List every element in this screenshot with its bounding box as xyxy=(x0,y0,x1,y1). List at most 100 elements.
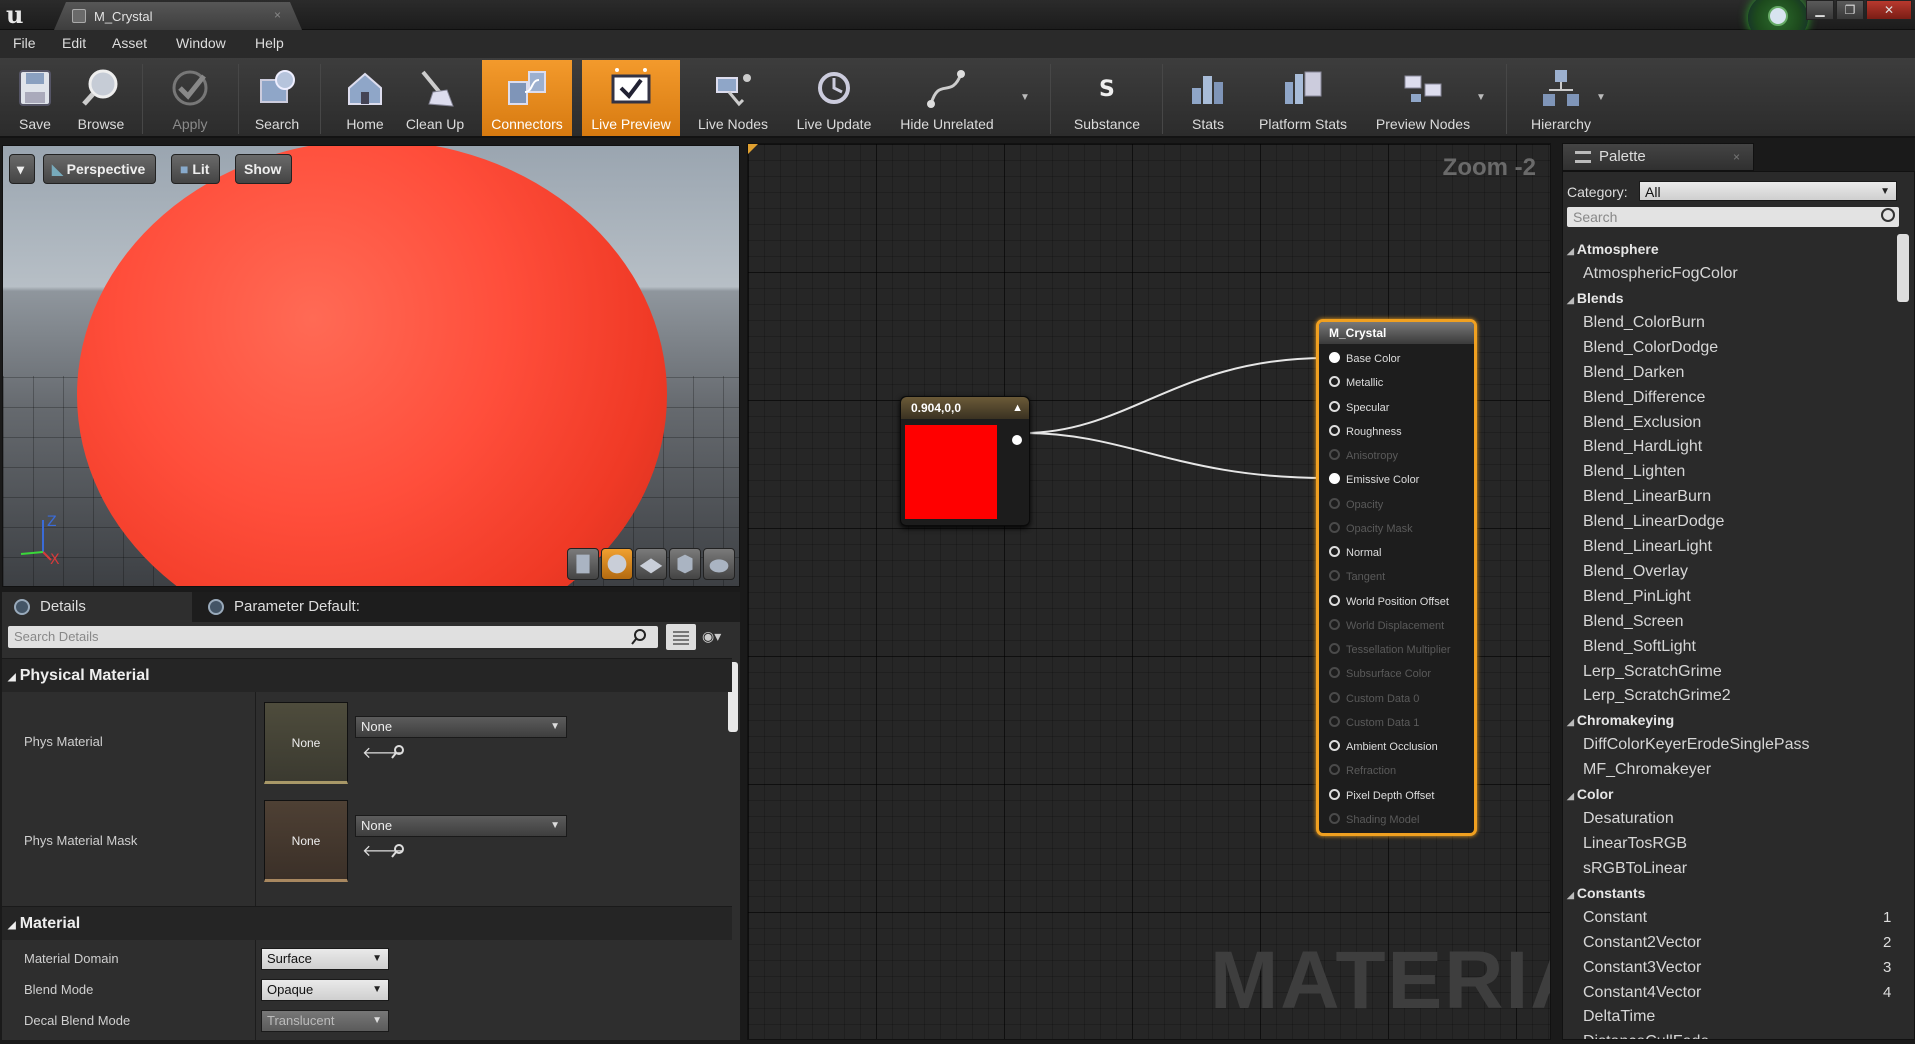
phys-material-thumbnail[interactable]: None xyxy=(264,702,348,784)
constant-node-header[interactable]: 0.904,0,0 ▲ xyxy=(901,397,1029,419)
input-pin-icon[interactable] xyxy=(1329,473,1340,485)
search-button[interactable]: Search xyxy=(246,60,308,136)
input-pin-icon[interactable] xyxy=(1329,424,1340,436)
material-pin-metallic[interactable]: Metallic xyxy=(1329,376,1383,389)
maximize-button[interactable]: ❐ xyxy=(1836,0,1864,20)
material-pin-refraction[interactable]: Refraction xyxy=(1329,764,1396,777)
stats-button[interactable]: Stats xyxy=(1176,60,1240,136)
material-pin-tangent[interactable]: Tangent xyxy=(1329,570,1385,583)
tab-parameter-defaults[interactable]: Parameter Default: xyxy=(196,592,380,622)
input-pin-icon[interactable] xyxy=(1329,667,1340,679)
menu-window[interactable]: Window xyxy=(176,35,226,51)
palette-item[interactable]: Blend_LinearDodge xyxy=(1583,513,1724,531)
material-pin-opacity[interactable]: Opacity xyxy=(1329,497,1383,511)
lit-button[interactable]: ■ Lit xyxy=(171,154,221,184)
input-pin-icon[interactable] xyxy=(1329,740,1340,751)
material-pin-base-color[interactable]: Base Color xyxy=(1329,352,1400,365)
live-preview-button[interactable]: Live Preview xyxy=(582,60,680,136)
live-update-button[interactable]: Live Update xyxy=(784,60,884,136)
home-button[interactable]: Home xyxy=(332,60,398,136)
material-pin-roughness[interactable]: Roughness xyxy=(1329,424,1402,438)
palette-item[interactable]: Blend_Darken xyxy=(1583,364,1684,382)
substance-button[interactable]: S Substance xyxy=(1062,60,1152,136)
palette-item[interactable]: DistanceCullFade xyxy=(1583,1033,1709,1039)
category-combo[interactable]: All ▼ xyxy=(1639,181,1897,201)
palette-item[interactable]: LinearTosRGB xyxy=(1583,835,1687,853)
input-pin-icon[interactable] xyxy=(1329,788,1340,800)
input-pin-icon[interactable] xyxy=(1329,376,1340,388)
palette-item[interactable]: Blend_HardLight xyxy=(1583,438,1702,456)
perspective-button[interactable]: ◣ Perspective xyxy=(43,154,157,184)
input-pin-icon[interactable] xyxy=(1329,643,1340,654)
eye-visibility-icon[interactable]: ◉▾ xyxy=(702,628,721,645)
section-physical-material[interactable]: ◢ Physical Material xyxy=(2,658,732,692)
menu-edit[interactable]: Edit xyxy=(62,35,86,51)
platform-stats-button[interactable]: Platform Stats xyxy=(1250,60,1356,136)
clean-up-button[interactable]: Clean Up xyxy=(402,60,468,136)
palette-item[interactable]: sRGBToLinear xyxy=(1583,860,1687,878)
material-node-header[interactable]: M_Crystal xyxy=(1319,322,1474,344)
browse-button[interactable]: Browse xyxy=(68,60,134,136)
viewport-options-dropdown[interactable]: ▾ xyxy=(9,154,35,184)
show-button[interactable]: Show xyxy=(235,154,293,184)
search-details-input[interactable]: Search Details xyxy=(8,626,658,648)
menu-file[interactable]: File xyxy=(13,35,36,51)
input-pin-icon[interactable] xyxy=(1329,570,1340,582)
preview-nodes-button[interactable]: Preview Nodes xyxy=(1364,60,1482,136)
palette-item[interactable]: Blend_ColorBurn xyxy=(1583,314,1705,332)
material-result-node[interactable]: M_Crystal Base Color Metallic Specular Roug… xyxy=(1316,319,1477,836)
blend-mode-combo[interactable]: Opaque ▼ xyxy=(261,979,389,1001)
palette-item[interactable]: Blend_Lighten xyxy=(1583,463,1685,481)
preview-viewport[interactable]: ▾ ◣ Perspective ■ Lit Show Z X xyxy=(2,145,740,587)
preview-plane-button[interactable] xyxy=(635,548,667,580)
palette-item[interactable]: Blend_Difference xyxy=(1583,389,1705,407)
minimize-button[interactable]: ▁ xyxy=(1806,0,1834,20)
palette-item[interactable]: Blend_Overlay xyxy=(1583,563,1688,581)
palette-item[interactable]: Constant3Vector xyxy=(1583,959,1701,977)
tab-palette[interactable]: Palette × xyxy=(1562,143,1754,171)
material-pin-normal[interactable]: Normal xyxy=(1329,546,1381,559)
input-pin-icon[interactable] xyxy=(1329,546,1340,557)
connectors-button[interactable]: Connectors xyxy=(482,60,572,136)
material-pin-custom-data-1[interactable]: Custom Data 1 xyxy=(1329,715,1419,729)
constant3vector-node[interactable]: 0.904,0,0 ▲ xyxy=(900,396,1030,526)
palette-category-chromakeying[interactable]: Chromakeying xyxy=(1567,712,1674,728)
save-button[interactable]: Save xyxy=(6,60,64,136)
palette-category-blends[interactable]: Blends xyxy=(1567,290,1624,306)
material-pin-anisotropy[interactable]: Anisotropy xyxy=(1329,449,1398,462)
section-material[interactable]: ◢ Material xyxy=(2,906,732,940)
hide-unrelated-dropdown-icon[interactable]: ▼ xyxy=(1020,92,1030,103)
material-pin-world-displacement[interactable]: World Displacement xyxy=(1329,618,1444,632)
live-nodes-button[interactable]: Live Nodes xyxy=(688,60,778,136)
hierarchy-dropdown-icon[interactable]: ▼ xyxy=(1596,92,1606,103)
input-pin-icon[interactable] xyxy=(1329,764,1340,776)
palette-item[interactable]: Blend_LinearBurn xyxy=(1583,488,1711,506)
preview-mesh-button[interactable] xyxy=(703,548,735,580)
palette-item[interactable]: Blend_Screen xyxy=(1583,613,1684,631)
preview-cylinder-button[interactable] xyxy=(567,548,599,580)
input-pin-icon[interactable] xyxy=(1329,812,1340,824)
material-pin-tessellation-multiplier[interactable]: Tessellation Multiplier xyxy=(1329,643,1451,656)
tab-close-icon[interactable]: × xyxy=(274,8,281,22)
material-pin-emissive-color[interactable]: Emissive Color xyxy=(1329,473,1419,486)
palette-item[interactable]: Blend_ColorDodge xyxy=(1583,339,1718,357)
palette-item[interactable]: MF_Chromakeyer xyxy=(1583,761,1711,779)
palette-item[interactable]: Blend_SoftLight xyxy=(1583,638,1696,656)
input-pin-icon[interactable] xyxy=(1329,352,1340,363)
hierarchy-button[interactable]: Hierarchy xyxy=(1516,60,1606,136)
decal-blend-mode-combo[interactable]: Translucent ▼ xyxy=(261,1010,389,1032)
palette-item[interactable]: DiffColorKeyerErodeSinglePass xyxy=(1583,736,1809,754)
palette-category-atmosphere[interactable]: Atmosphere xyxy=(1567,241,1659,257)
input-pin-icon[interactable] xyxy=(1329,618,1340,630)
palette-item[interactable]: Lerp_ScratchGrime2 xyxy=(1583,687,1731,705)
input-pin-icon[interactable] xyxy=(1329,521,1340,533)
palette-item[interactable]: AtmosphericFogColor xyxy=(1583,265,1738,283)
preview-nodes-dropdown-icon[interactable]: ▼ xyxy=(1476,92,1486,103)
input-pin-icon[interactable] xyxy=(1329,497,1340,509)
input-pin-icon[interactable] xyxy=(1329,400,1340,412)
palette-category-color[interactable]: Color xyxy=(1567,786,1614,802)
close-button[interactable]: ✕ xyxy=(1866,0,1912,20)
palette-item[interactable]: Desaturation xyxy=(1583,810,1674,828)
material-pin-custom-data-0[interactable]: Custom Data 0 xyxy=(1329,691,1419,705)
material-pin-specular[interactable]: Specular xyxy=(1329,400,1389,414)
